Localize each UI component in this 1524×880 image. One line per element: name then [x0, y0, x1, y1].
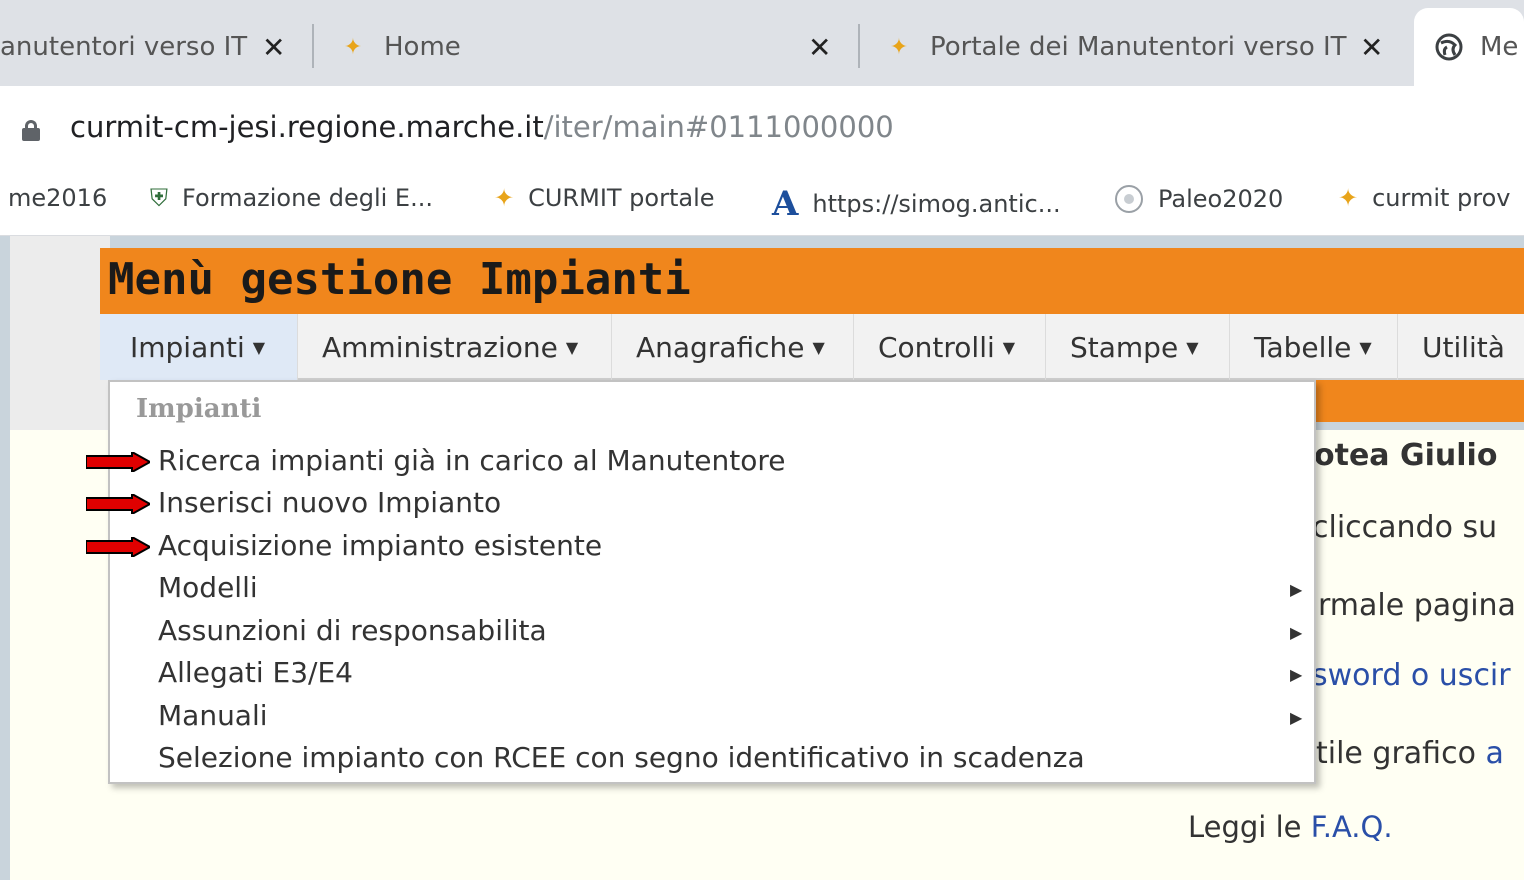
lock-icon	[22, 120, 40, 141]
browser-tab[interactable]: ✦ Portale dei Manutentori verso IT ✕	[884, 8, 1404, 86]
tab-label: Portale dei Manutentori verso IT	[930, 32, 1347, 62]
bookmark-item[interactable]: ✦ CURMIT portale	[494, 184, 715, 212]
bookmark-item[interactable]: ✦ curmit prov	[1338, 184, 1511, 212]
curmit-logo-icon: ✦	[494, 184, 515, 212]
menu-item-ricerca-impianti[interactable]: Ricerca impianti già in carico al Manute…	[158, 444, 786, 477]
menu-item-assunzioni[interactable]: Assunzioni di responsabilita	[158, 614, 547, 647]
submenu-arrow-icon: ▶	[1290, 580, 1303, 599]
bookmark-item[interactable]: me2016	[8, 184, 107, 212]
page-side-panel	[10, 236, 110, 430]
tab-label: Home	[384, 32, 461, 62]
tab-divider	[312, 24, 314, 68]
bookmark-item[interactable]: Paleo2020	[1114, 184, 1283, 214]
instruction-link[interactable]: sword o uscir	[1312, 658, 1511, 693]
faq-link[interactable]: F.A.Q.	[1311, 810, 1393, 844]
close-tab-icon[interactable]: ✕	[262, 31, 285, 64]
bookmark-item[interactable]: ⛨ Formazione degli E...	[150, 184, 433, 212]
browser-tab-active[interactable]: Me	[1414, 8, 1524, 86]
menu-amministrazione[interactable]: Amministrazione ▼	[298, 314, 612, 380]
close-tab-icon[interactable]: ✕	[1360, 31, 1383, 64]
browser-tab-bar: anutentori verso IT ✕ ✦ Home ✕ ✦ Portale…	[0, 0, 1524, 86]
menu-tabelle[interactable]: Tabelle ▼	[1230, 314, 1398, 380]
caret-down-icon: ▼	[812, 337, 825, 357]
close-tab-icon[interactable]: ✕	[808, 31, 831, 64]
url-text[interactable]: curmit-cm-jesi.regione.marche.it/iter/ma…	[70, 110, 894, 144]
menu-item-inserisci-impianto[interactable]: Inserisci nuovo Impianto	[158, 486, 501, 519]
browser-tab[interactable]: anutentori verso IT ✕	[0, 8, 300, 86]
curmit-logo-icon: ✦	[1338, 184, 1359, 212]
impianti-dropdown-menu: Impianti Ricerca impianti già in carico …	[108, 380, 1316, 784]
menu-item-acquisizione-impianto[interactable]: Acquisizione impianto esistente	[158, 529, 602, 562]
paleo-icon	[1114, 184, 1144, 214]
caret-down-icon: ▼	[1186, 337, 1199, 357]
user-name-text: otea Giulio	[1314, 438, 1498, 473]
menu-anagrafiche[interactable]: Anagrafiche ▼	[612, 314, 854, 380]
menu-item-modelli[interactable]: Modelli	[158, 571, 258, 604]
caret-down-icon: ▼	[1359, 337, 1372, 357]
instruction-text: tile grafico a	[1316, 736, 1504, 771]
instruction-text: cliccando su	[1312, 510, 1498, 545]
submenu-arrow-icon: ▶	[1290, 665, 1303, 684]
menu-item-allegati[interactable]: Allegati E3/E4	[158, 656, 353, 689]
menu-utilita[interactable]: Utilità	[1398, 314, 1524, 380]
tab-label: anutentori verso IT	[0, 32, 248, 62]
anac-logo-icon: A	[772, 184, 799, 224]
caret-down-icon: ▼	[565, 337, 579, 357]
header-accent-strip	[1316, 380, 1524, 422]
curmit-logo-icon: ✦	[343, 34, 363, 60]
browser-tab[interactable]: ✦ Home ✕	[338, 8, 848, 86]
instruction-text: rmale pagina	[1318, 588, 1516, 623]
menu-impianti[interactable]: Impianti ▼	[100, 314, 298, 380]
shield-icon: ⛨	[150, 184, 168, 212]
style-link[interactable]: a	[1485, 736, 1503, 771]
globe-icon	[1434, 32, 1464, 62]
faq-text: Leggi le F.A.Q.	[1188, 810, 1393, 844]
menu-item-manuali[interactable]: Manuali	[158, 699, 268, 732]
submenu-arrow-icon: ▶	[1290, 708, 1303, 727]
page-title: Menù gestione Impianti	[108, 254, 691, 305]
main-menu-bar: Impianti ▼ Amministrazione ▼ Anagrafiche ▼ …	[100, 314, 1524, 380]
caret-down-icon: ▼	[1002, 337, 1016, 357]
submenu-arrow-icon: ▶	[1290, 623, 1303, 642]
tab-label: Me	[1480, 32, 1519, 62]
bookmark-item[interactable]: A https://simog.antic...	[772, 184, 1061, 224]
menu-item-selezione-rcee[interactable]: Selezione impianto con RCEE con segno id…	[158, 741, 1085, 774]
red-arrow-icon	[86, 494, 150, 514]
caret-down-icon: ▼	[252, 337, 266, 357]
red-arrow-icon	[86, 537, 150, 557]
tab-divider	[858, 24, 860, 68]
menu-controlli[interactable]: Controlli ▼	[854, 314, 1046, 380]
bookmarks-bar: me2016 ⛨ Formazione degli E... ✦ CURMIT …	[0, 172, 1524, 236]
dropdown-heading: Impianti	[136, 394, 262, 424]
page-header-banner: Menù gestione Impianti	[100, 248, 1524, 314]
address-bar[interactable]: curmit-cm-jesi.regione.marche.it/iter/ma…	[0, 86, 1524, 172]
menu-stampe[interactable]: Stampe ▼	[1046, 314, 1230, 380]
curmit-logo-icon: ✦	[889, 34, 909, 60]
red-arrow-icon	[86, 452, 150, 472]
